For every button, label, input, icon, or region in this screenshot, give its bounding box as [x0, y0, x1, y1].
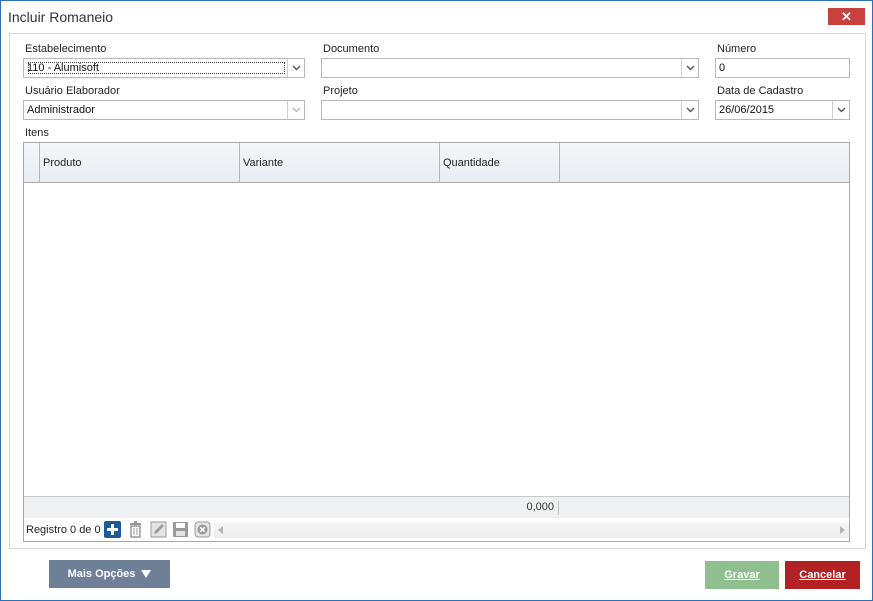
- title-bar: Incluir Romaneio ✕: [1, 1, 872, 31]
- data-cadastro-picker[interactable]: 26/06/2015: [715, 100, 850, 120]
- edit-icon[interactable]: [150, 521, 167, 538]
- chevron-down-icon: [292, 65, 301, 71]
- close-button[interactable]: ✕: [828, 8, 865, 25]
- projeto-select[interactable]: [321, 100, 699, 120]
- usuario-dropdown-button[interactable]: [287, 101, 304, 119]
- delete-icon[interactable]: [127, 521, 144, 538]
- estabelecimento-dropdown-button[interactable]: [287, 59, 304, 77]
- quantidade-total: 0,000: [526, 501, 554, 513]
- chevron-down-icon: [686, 107, 695, 113]
- grid-header: Produto Variante Quantidade: [24, 143, 849, 183]
- mais-opcoes-button[interactable]: Mais Opções: [49, 560, 170, 588]
- projeto-dropdown-button[interactable]: [681, 101, 698, 119]
- numero-label: Número: [717, 43, 757, 55]
- add-icon[interactable]: [104, 521, 121, 538]
- dialog-window: Incluir Romaneio ✕ Estabelecimento 110 -…: [0, 0, 873, 601]
- gravar-button[interactable]: Gravar: [705, 561, 779, 589]
- row-indicator-column: [24, 143, 40, 183]
- usuario-select[interactable]: Administrador: [23, 100, 305, 120]
- usuario-label: Usuário Elaborador: [25, 85, 120, 97]
- estabelecimento-value: 110 - Alumisoft: [27, 61, 286, 75]
- cancel-icon[interactable]: [194, 521, 211, 538]
- estabelecimento-select[interactable]: 110 - Alumisoft: [23, 58, 305, 78]
- itens-grid[interactable]: Produto Variante Quantidade 0,000 Regist…: [23, 142, 850, 542]
- column-header-quantidade[interactable]: Quantidade: [440, 143, 560, 183]
- chevron-down-icon: [837, 107, 846, 113]
- horizontal-scrollbar[interactable]: [214, 522, 849, 538]
- triangle-down-icon: [141, 570, 152, 578]
- data-cadastro-label: Data de Cadastro: [717, 85, 804, 97]
- projeto-label: Projeto: [323, 85, 358, 97]
- summary-divider: [558, 501, 559, 515]
- scroll-left-icon[interactable]: [218, 526, 223, 534]
- save-icon[interactable]: [172, 521, 189, 538]
- usuario-value: Administrador: [27, 104, 95, 116]
- column-header-produto[interactable]: Produto: [40, 143, 240, 183]
- record-counter: Registro 0 de 0: [26, 524, 101, 536]
- dialog-title: Incluir Romaneio: [8, 9, 114, 25]
- data-cadastro-value: 26/06/2015: [719, 104, 775, 116]
- scroll-right-icon[interactable]: [840, 526, 845, 534]
- grid-summary-footer: 0,000: [24, 496, 849, 518]
- chevron-down-icon: [686, 65, 695, 71]
- chevron-down-icon: [292, 107, 301, 113]
- documento-select[interactable]: [321, 58, 699, 78]
- column-header-variante[interactable]: Variante: [240, 143, 440, 183]
- date-dropdown-button[interactable]: [832, 101, 849, 119]
- estabelecimento-label: Estabelecimento: [25, 43, 107, 55]
- itens-label: Itens: [25, 127, 49, 139]
- documento-dropdown-button[interactable]: [681, 59, 698, 77]
- mais-opcoes-label: Mais Opções: [67, 568, 136, 580]
- documento-label: Documento: [323, 43, 380, 55]
- grid-navigator: Registro 0 de 0: [24, 518, 849, 541]
- cancelar-button[interactable]: Cancelar: [785, 561, 860, 589]
- numero-input[interactable]: 0: [715, 58, 850, 78]
